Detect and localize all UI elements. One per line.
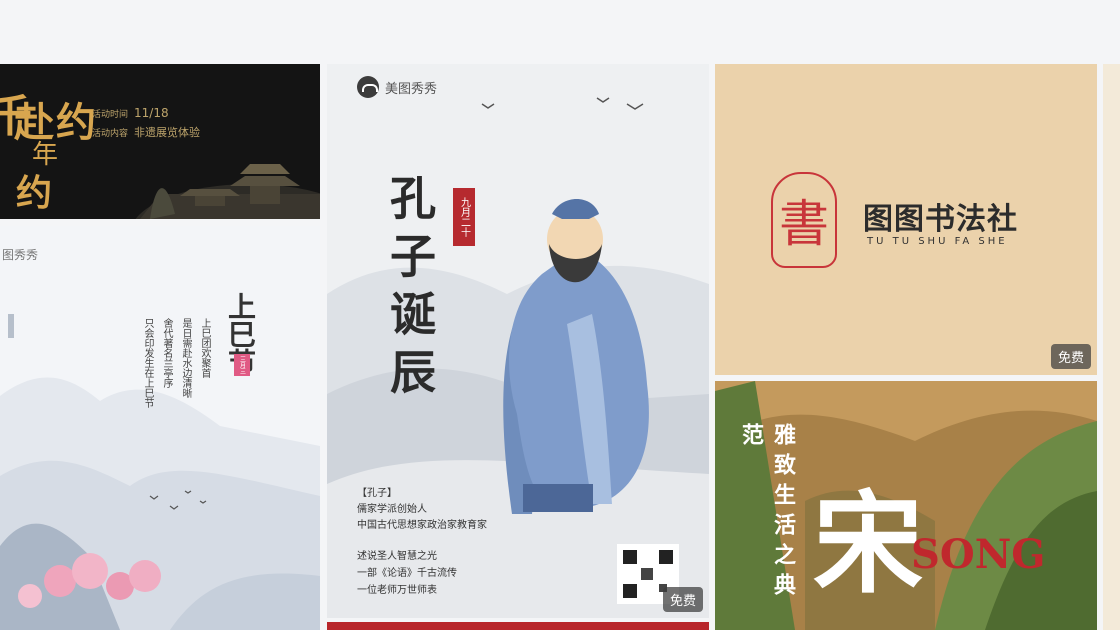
calligraphy-seal: 書 xyxy=(771,172,837,268)
poem-col: 上巳团欢聚首 xyxy=(199,318,210,378)
seal-text: 三月三 xyxy=(238,356,246,374)
quote-text: 述说圣人智慧之光 一部《论语》千古流传 一位老师万世师表 xyxy=(357,548,457,599)
content-value: 非遗展览体验 xyxy=(134,126,201,139)
poem-columns: 上巳团欢聚首 是日需赴水边清晰 舍代著名兰亭序 只会印发生在上巳节 xyxy=(140,318,212,408)
template-card-event-poster[interactable]: 千 赴约 约 年 活动时间 11/18 活动内容 非遗展览体验 xyxy=(0,64,320,219)
song-latin: SONG xyxy=(911,531,1046,578)
quote-line: 一位老师万世师表 xyxy=(357,585,437,596)
template-card-partial[interactable] xyxy=(327,622,709,630)
template-card-shangsi[interactable]: 图秀秀 上巳节 三月三 上巳团欢聚首 是日需赴水边清晰 舍代著名兰亭序 只会印发… xyxy=(0,226,320,630)
club-name: 图图书法社 xyxy=(863,202,1018,237)
poem-col: 舍代著名兰亭序 xyxy=(161,318,172,388)
template-card-song[interactable]: 雅致生活之典范 宋 SONG xyxy=(715,381,1097,630)
template-card-confucius[interactable]: 美图秀秀 孔子诞辰 九月二十 【孔子】 儒家学派创始人 中国古代思想家政治家教育… xyxy=(327,64,709,618)
meitu-logo-icon xyxy=(357,76,379,98)
top-bar xyxy=(0,0,1120,64)
bio-head: 【孔子】 xyxy=(357,488,397,499)
bio-line: 儒家学派创始人 xyxy=(357,504,427,515)
seal-text: 九月二十 xyxy=(458,197,470,237)
quote-line: 述说圣人智慧之光 xyxy=(357,551,437,562)
date-label: 活动时间 xyxy=(92,109,129,120)
confucius-title: 孔子诞辰 xyxy=(383,174,437,406)
poster-content-row: 活动内容 非遗展览体验 xyxy=(92,124,200,140)
brand-watermark: 图秀秀 xyxy=(2,246,38,263)
bio-text: 【孔子】 儒家学派创始人 中国古代思想家政治家教育家 xyxy=(357,486,487,534)
brand-name: 图秀秀 xyxy=(2,248,39,262)
free-badge: 免费 xyxy=(1050,344,1091,369)
confucius-date-seal: 九月二十 xyxy=(453,188,475,246)
ink-mountain-illustration xyxy=(0,314,320,630)
bio-line: 中国古代思想家政治家教育家 xyxy=(357,520,487,531)
free-badge: 免费 xyxy=(662,587,703,612)
song-big-char: 宋 xyxy=(813,479,923,608)
quote-line: 一部《论语》千古流传 xyxy=(357,568,457,579)
template-card-calligraphy[interactable]: 書 图图书法社 TU TU SHU FA SHE 免费 xyxy=(715,64,1097,375)
poster-date-row: 活动时间 11/18 xyxy=(92,106,169,120)
brand-meitu: 美图秀秀 xyxy=(357,76,437,98)
song-vertical-text: 雅致生活之典范 xyxy=(738,423,796,603)
date-value: 11/18 xyxy=(134,106,169,120)
festival-seal: 三月三 xyxy=(234,354,250,376)
poem-col: 只会印发生在上巳节 xyxy=(142,318,153,408)
club-pinyin: TU TU SHU FA SHE xyxy=(867,236,1008,247)
template-card-edge[interactable] xyxy=(1103,64,1120,630)
poster-title-sub: 约 xyxy=(16,172,53,214)
poem-col: 是日需赴水边清晰 xyxy=(180,318,191,398)
content-label: 活动内容 xyxy=(92,128,129,139)
poster-title-year: 年 xyxy=(32,140,59,170)
seal-char: 書 xyxy=(779,195,829,253)
brand-name: 美图秀秀 xyxy=(385,81,438,97)
